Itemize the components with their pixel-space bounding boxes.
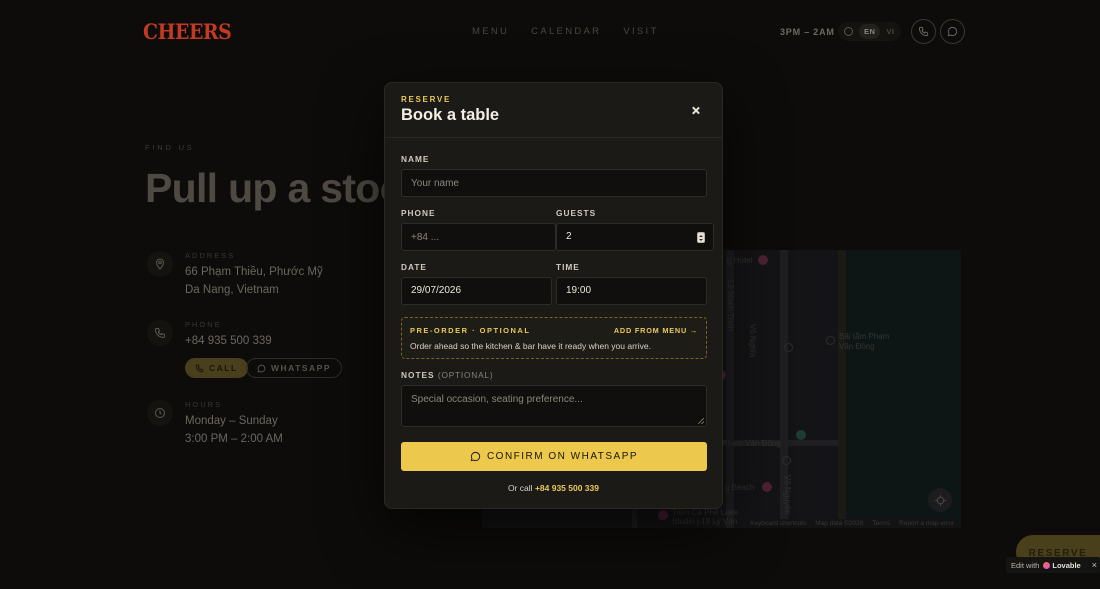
time-input[interactable]: 19:00 — [556, 277, 707, 305]
section-eyebrow: FIND US — [145, 143, 195, 152]
date-value: 29/07/2026 — [411, 285, 462, 296]
name-label: NAME — [401, 154, 430, 164]
map-attribution: Keyboard shortcuts Map data ©2026 Terms … — [747, 519, 957, 528]
address-line-2: Da Nang, Vietnam — [185, 284, 279, 296]
address-label: ADDRESS — [185, 251, 236, 260]
lovable-logo-icon — [1043, 561, 1051, 569]
location-pin-icon — [147, 251, 173, 277]
preorder-title: PRE-ORDER · OPTIONAL — [410, 326, 531, 335]
address-line-1: 66 Phạm Thiều, Phước Mỹ — [185, 266, 323, 278]
map-label: Bãi tắm Phạm — [839, 332, 890, 341]
map-pin — [758, 255, 768, 265]
lang-vi[interactable]: VI — [886, 27, 894, 36]
whatsapp-button[interactable]: WHATSAPP — [246, 358, 343, 378]
map-label: Phạm Văn Đồng — [722, 439, 781, 448]
notes-label-text: NOTES — [401, 370, 435, 380]
map-pin — [658, 510, 668, 520]
guests-label: GUESTS — [556, 208, 597, 218]
nav-chat-button[interactable] — [940, 19, 965, 44]
lang-en[interactable]: EN — [859, 24, 881, 39]
resize-grip-icon[interactable] — [698, 418, 704, 424]
hours-time: 3:00 PM – 2:00 AM — [185, 433, 283, 445]
hours-days: Monday – Sunday — [185, 415, 278, 427]
phone-number[interactable]: +84 935 500 339 — [185, 333, 272, 351]
reservation-modal: RESERVE Book a table NAME PHONE GUESTS 2… — [384, 82, 723, 509]
lovable-close-button[interactable]: × — [1092, 560, 1097, 570]
date-input[interactable]: 29/07/2026 — [401, 277, 552, 305]
map-poi — [782, 456, 791, 465]
lovable-brand-text: Lovable — [1052, 560, 1081, 570]
lovable-prefix: Edit with — [1011, 560, 1040, 570]
phone-icon — [918, 26, 929, 37]
map-pin — [762, 482, 772, 492]
nav-call-button[interactable] — [911, 19, 936, 44]
map-vlabel: Võ Nghĩa — [748, 324, 757, 358]
preorder-box: PRE-ORDER · OPTIONAL ADD FROM MENU → Ord… — [401, 317, 707, 359]
guests-stepper[interactable]: 2 — [556, 223, 714, 251]
or-call-phone-link[interactable]: +84 935 500 339 — [535, 483, 599, 493]
call-button[interactable]: CALL — [185, 358, 248, 378]
map-label: Văn Đồng — [839, 342, 875, 351]
map-vlabel: Lê Mạnh Trinh — [726, 280, 735, 332]
or-call-line: Or call +84 935 500 339 — [385, 483, 722, 493]
add-from-menu-link[interactable]: ADD FROM MENU → — [614, 326, 698, 335]
map-water — [846, 250, 961, 528]
phone-icon — [195, 364, 204, 372]
map-label: g Hotel — [727, 256, 753, 265]
nav-link-calendar[interactable]: CALENDAR — [531, 26, 601, 37]
top-nav: CHEERS MENU CALENDAR VISIT 3PM – 2AM EN … — [0, 0, 1100, 62]
stepper-arrows-icon[interactable] — [697, 232, 705, 243]
modal-header: RESERVE Book a table — [385, 83, 722, 138]
phone-label: PHONE — [401, 208, 436, 218]
crosshair-icon — [934, 494, 946, 506]
map-label: Studio | 19 Lý Vân — [672, 517, 738, 526]
clock-icon — [147, 400, 173, 426]
close-icon[interactable] — [689, 104, 702, 117]
confirm-button-label: CONFIRM ON WHATSAPP — [486, 451, 639, 462]
notes-textarea[interactable] — [401, 385, 707, 427]
time-value: 19:00 — [566, 285, 592, 296]
language-switcher: EN VI — [838, 22, 901, 41]
nav-links: MENU CALENDAR VISIT — [472, 26, 659, 37]
map-label: Tiệm Cà Phê Lake — [672, 508, 738, 517]
nav-link-menu[interactable]: MENU — [472, 26, 509, 37]
preorder-description: Order ahead so the kitchen & bar have it… — [410, 341, 651, 351]
whatsapp-button-label: WHATSAPP — [271, 363, 332, 373]
map-poi — [796, 430, 806, 440]
map-locate-button[interactable] — [928, 488, 952, 512]
modal-eyebrow: RESERVE — [401, 95, 451, 104]
nav-hours: 3PM – 2AM — [780, 27, 835, 37]
map-poi — [784, 343, 793, 352]
name-input[interactable] — [401, 169, 707, 197]
confirm-whatsapp-button[interactable]: CONFIRM ON WHATSAPP — [401, 442, 707, 471]
notes-label: NOTES (OPTIONAL) — [401, 370, 493, 380]
lovable-badge[interactable]: Edit with Lovable × — [1006, 557, 1100, 573]
map-keyboard-shortcuts[interactable]: Keyboard shortcuts — [750, 520, 806, 527]
chat-icon — [470, 451, 481, 462]
lovable-brand: Lovable — [1043, 560, 1081, 570]
map-terms[interactable]: Terms — [872, 520, 890, 527]
date-label: DATE — [401, 262, 427, 272]
map-vlabel: Võ Nguyên — [783, 475, 792, 515]
map-data-credit: Map data ©2026 — [815, 520, 864, 527]
modal-title: Book a table — [401, 106, 500, 124]
map-label: g Beach — [725, 483, 755, 492]
phone-input[interactable] — [401, 223, 556, 251]
nav-link-visit[interactable]: VISIT — [623, 26, 658, 37]
or-call-prefix: Or call — [508, 483, 533, 493]
map-report-error[interactable]: Report a map error — [899, 520, 954, 527]
globe-icon — [844, 27, 853, 36]
phone-icon — [147, 320, 173, 346]
map-poi — [826, 336, 835, 345]
hours-label: HOURS — [185, 400, 223, 409]
phone-label: PHONE — [185, 320, 222, 329]
section-title: Pull up a stoo — [145, 165, 405, 211]
call-button-label: CALL — [209, 363, 238, 373]
logo[interactable]: CHEERS — [143, 19, 232, 44]
notes-optional-text: (OPTIONAL) — [437, 370, 494, 380]
chat-icon — [257, 364, 266, 373]
guests-value: 2 — [566, 231, 572, 242]
chat-icon — [947, 26, 958, 37]
time-label: TIME — [556, 262, 580, 272]
